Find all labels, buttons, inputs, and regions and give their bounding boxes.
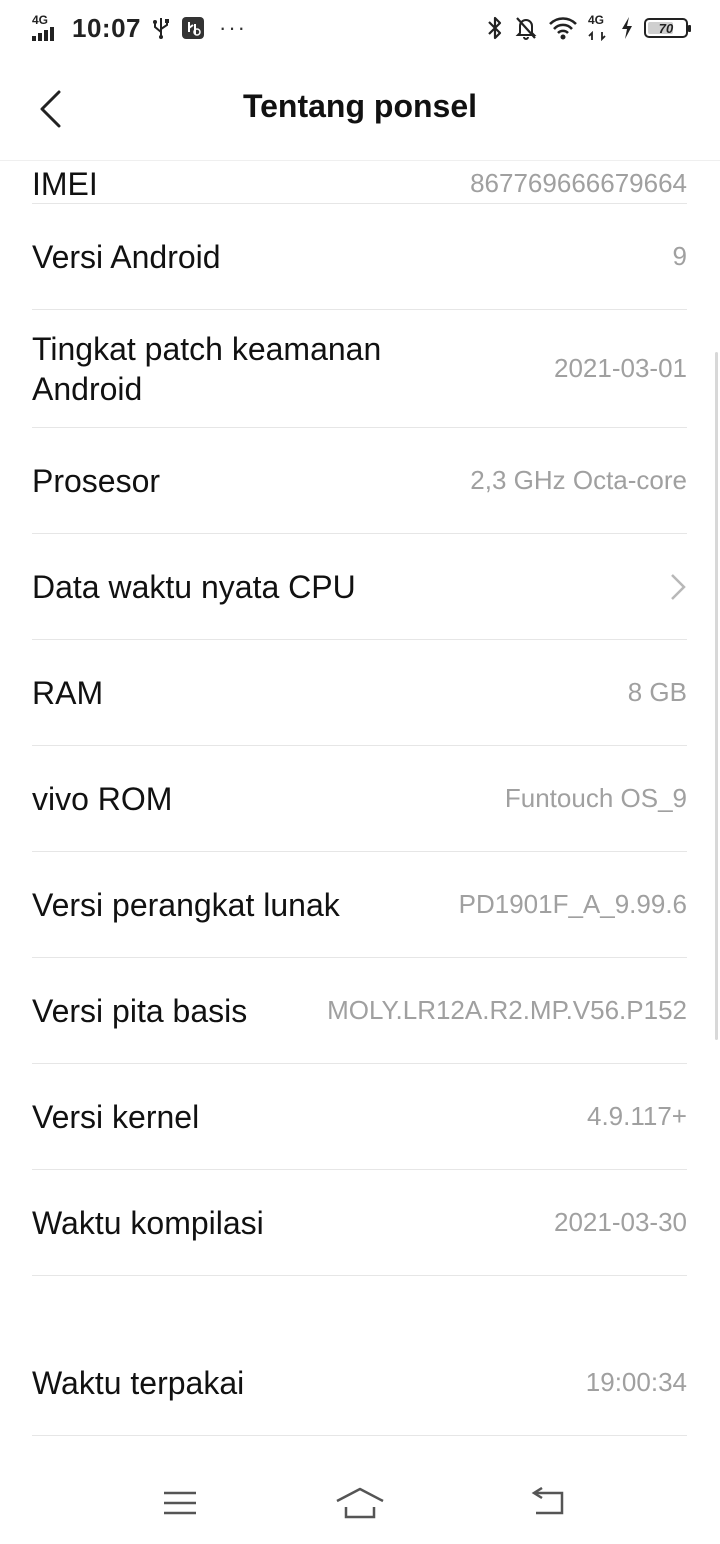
row-label: Versi kernel [32, 1098, 200, 1135]
home-icon [336, 1487, 384, 1519]
list-item-ram[interactable]: RAM 8 GB [32, 640, 687, 746]
list-item-kernel-version[interactable]: Versi kernel 4.9.117+ [32, 1064, 687, 1170]
scrollbar[interactable] [715, 352, 718, 1040]
home-button[interactable] [330, 1478, 390, 1528]
row-label: Data waktu nyata CPU [32, 568, 356, 605]
row-value: 2021-03-01 [554, 353, 687, 383]
list-item-android-version[interactable]: Versi Android 9 [32, 204, 687, 310]
battery-level: 70 [658, 20, 674, 36]
row-label: Versi perangkat lunak [32, 886, 340, 923]
return-button[interactable] [518, 1478, 578, 1528]
menu-button[interactable] [150, 1478, 210, 1528]
row-label: Prosesor [32, 462, 161, 499]
list-item-cpu-realtime[interactable]: Data waktu nyata CPU [32, 534, 687, 640]
row-label: IMEI [32, 165, 98, 202]
row-label: vivo ROM [32, 780, 173, 817]
row-value: 9 [672, 241, 687, 271]
list-item-processor[interactable]: Prosesor 2,3 GHz Octa-core [32, 428, 687, 534]
row-label: Waktu terpakai [32, 1364, 245, 1401]
list-item-baseband-version[interactable]: Versi pita basis MOLY.LR12A.R2.MP.V56.P1… [32, 958, 687, 1064]
row-value: 867769666679664 [470, 168, 687, 198]
list-item-build-time[interactable]: Waktu kompilasi 2021-03-30 [32, 1170, 687, 1276]
about-phone-list[interactable]: IMEI 867769666679664 Versi Android 9 Tin… [0, 0, 720, 1460]
navigation-bar [0, 1460, 720, 1544]
row-value: 2021-03-30 [554, 1207, 687, 1237]
row-value: 2,3 GHz Octa-core [470, 465, 687, 495]
chevron-right-icon [671, 573, 686, 600]
list-item-uptime[interactable]: Waktu terpakai 19:00:34 [32, 1330, 687, 1436]
row-label: Tingkat patch keamanan Android [32, 330, 382, 407]
row-label: Waktu kompilasi [32, 1204, 264, 1241]
list-item-software-version[interactable]: Versi perangkat lunak PD1901F_A_9.99.6 [32, 852, 687, 958]
row-value: MOLY.LR12A.R2.MP.V56.P152 [327, 995, 687, 1025]
row-label: Versi pita basis [32, 992, 248, 1029]
return-icon [531, 1487, 564, 1515]
list-item-vivo-rom[interactable]: vivo ROM Funtouch OS_9 [32, 746, 687, 852]
row-value: 19:00:34 [585, 1367, 687, 1397]
title-bar: Tentang ponsel [0, 56, 720, 161]
row-label: RAM [32, 674, 104, 711]
list-item-security-patch[interactable]: Tingkat patch keamanan Android 2021-03-0… [32, 310, 687, 428]
menu-icon [164, 1491, 196, 1515]
row-value: 8 GB [627, 677, 687, 707]
page-title: Tentang ponsel [242, 88, 478, 124]
row-value: 4.9.117+ [586, 1101, 687, 1131]
row-value: Funtouch OS_9 [504, 783, 687, 813]
row-label: Versi Android [32, 238, 221, 275]
row-value: PD1901F_A_9.99.6 [458, 889, 687, 919]
